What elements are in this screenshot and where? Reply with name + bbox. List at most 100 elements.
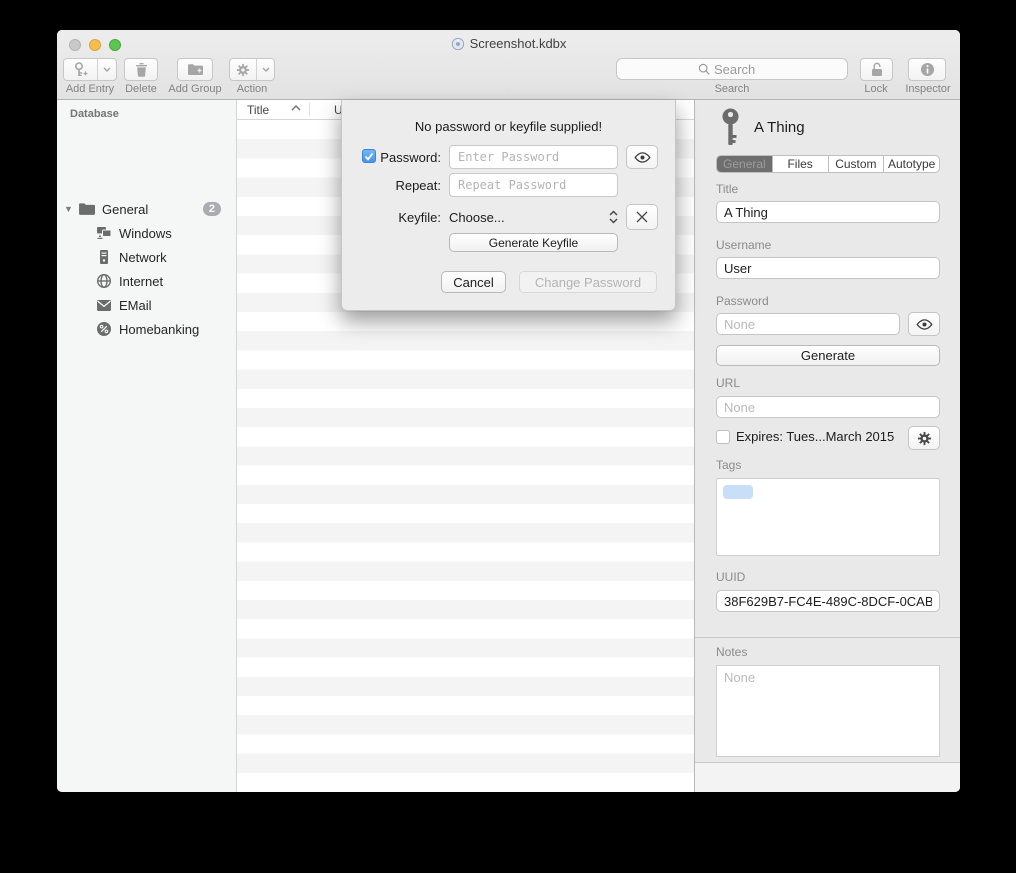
tags-label: Tags xyxy=(716,458,741,472)
sort-ascending-icon xyxy=(291,105,301,111)
sidebar-item-label: Windows xyxy=(119,226,172,241)
tags-field[interactable] xyxy=(716,478,940,556)
lock-label: Lock xyxy=(850,83,902,95)
url-field[interactable] xyxy=(716,396,940,418)
url-label: URL xyxy=(716,376,740,390)
envelope-icon xyxy=(96,299,112,312)
generate-password-button[interactable]: Generate xyxy=(716,345,940,366)
delete-button[interactable] xyxy=(124,58,158,81)
tab-custom[interactable]: Custom xyxy=(829,156,885,172)
search-label: Search xyxy=(616,83,848,95)
tab-files[interactable]: Files xyxy=(773,156,829,172)
sidebar-item-email[interactable]: EMail xyxy=(57,294,236,316)
sidebar-item-label: Network xyxy=(119,250,167,265)
inspector-panel: A Thing General Files Custom Autotype Ti… xyxy=(694,100,960,792)
expires-label: Expires: Tues...March 2015 xyxy=(736,429,894,444)
password-label: Password: xyxy=(373,150,441,165)
action-label: Action xyxy=(229,83,275,95)
eye-icon xyxy=(634,152,651,163)
cancel-button[interactable]: Cancel xyxy=(441,271,506,293)
search-field[interactable] xyxy=(714,62,766,77)
delete-label: Delete xyxy=(117,83,165,95)
expires-checkbox[interactable] xyxy=(716,430,730,444)
search-input[interactable] xyxy=(616,58,848,80)
server-icon xyxy=(96,249,112,265)
globe-icon xyxy=(96,273,112,289)
repeat-password-field[interactable] xyxy=(449,173,618,197)
keyfile-popup[interactable]: Choose... xyxy=(449,204,618,230)
titlebar-toolbar: Screenshot.kdbx Add Entry Delete Add Gro… xyxy=(57,30,960,100)
keyfile-label: Keyfile: xyxy=(373,210,441,225)
key-icon xyxy=(720,108,741,147)
action-dropdown-arrow-icon[interactable] xyxy=(256,59,274,80)
gear-icon xyxy=(917,431,932,446)
uuid-label: UUID xyxy=(716,570,745,584)
sidebar-item-internet[interactable]: Internet xyxy=(57,270,236,292)
tab-autotype[interactable]: Autotype xyxy=(884,156,939,172)
add-entry-dropdown-arrow-icon[interactable] xyxy=(97,59,116,80)
change-password-button[interactable]: Change Password xyxy=(519,271,657,293)
group-label: General xyxy=(102,202,148,217)
folder-icon xyxy=(78,202,95,216)
column-divider[interactable] xyxy=(309,103,310,116)
dialog-message: No password or keyfile supplied! xyxy=(342,119,675,134)
title-label: Title xyxy=(716,182,738,196)
add-entry-label: Add Entry xyxy=(57,83,123,95)
notes-label: Notes xyxy=(716,645,747,659)
entry-title: A Thing xyxy=(754,119,805,136)
folder-plus-icon xyxy=(187,63,203,76)
search-icon xyxy=(698,63,710,75)
info-icon xyxy=(920,62,935,77)
windows-icon xyxy=(96,225,112,241)
percent-icon xyxy=(96,321,112,337)
sidebar-item-label: EMail xyxy=(119,298,152,313)
key-plus-icon xyxy=(64,59,97,80)
sidebar-item-windows[interactable]: Windows xyxy=(57,222,236,244)
column-header-title[interactable]: Title xyxy=(247,103,269,117)
notes-field[interactable] xyxy=(716,665,940,757)
open-padlock-icon xyxy=(870,62,884,77)
document-proxy-icon xyxy=(451,37,465,51)
expires-row: Expires: Tues...March 2015 xyxy=(716,429,894,444)
app-window: Screenshot.kdbx Add Entry Delete Add Gro… xyxy=(57,30,960,792)
add-group-label: Add Group xyxy=(162,83,228,95)
tab-general[interactable]: General xyxy=(717,156,773,172)
add-group-button[interactable] xyxy=(177,58,213,81)
lock-button[interactable] xyxy=(860,58,893,81)
sidebar-item-label: Homebanking xyxy=(119,322,199,337)
section-divider xyxy=(695,637,960,638)
close-x-icon xyxy=(636,211,648,223)
window-title: Screenshot.kdbx xyxy=(57,36,960,51)
title-field[interactable] xyxy=(716,201,940,223)
generate-keyfile-button[interactable]: Generate Keyfile xyxy=(449,233,618,252)
show-password-button[interactable] xyxy=(908,312,940,336)
password-label: Password xyxy=(716,294,769,308)
clear-keyfile-button[interactable] xyxy=(626,204,658,230)
eye-icon xyxy=(916,319,933,330)
inspector-footer xyxy=(695,763,960,792)
enter-password-field[interactable] xyxy=(449,145,618,169)
entry-header: A Thing xyxy=(720,108,805,147)
expiry-settings-button[interactable] xyxy=(908,426,940,450)
sidebar-item-homebanking[interactable]: Homebanking xyxy=(57,318,236,340)
sidebar-section-header: Database xyxy=(70,108,119,120)
inspector-button[interactable] xyxy=(908,58,946,81)
change-password-sheet: No password or keyfile supplied! Passwor… xyxy=(341,100,676,311)
inspector-label: Inspector xyxy=(898,83,958,95)
sidebar-item-network[interactable]: Network xyxy=(57,246,236,268)
sidebar-item-label: Internet xyxy=(119,274,163,289)
action-button[interactable] xyxy=(229,58,275,81)
show-password-button[interactable] xyxy=(626,145,658,169)
username-field[interactable] xyxy=(716,257,940,279)
uuid-field[interactable] xyxy=(716,590,940,612)
repeat-label: Repeat: xyxy=(373,178,441,193)
inspector-tabs: General Files Custom Autotype xyxy=(716,155,940,173)
add-entry-button[interactable] xyxy=(63,58,117,81)
entry-count-badge: 2 xyxy=(203,202,221,216)
sidebar-group-general[interactable]: ▼ General 2 xyxy=(57,198,236,220)
stepper-icon xyxy=(609,210,618,224)
disclosure-triangle-icon[interactable]: ▼ xyxy=(64,204,78,214)
tag-pill[interactable] xyxy=(723,485,753,499)
group-sidebar: Database ▼ General 2 Windows Network xyxy=(57,100,237,792)
password-field[interactable] xyxy=(716,313,900,335)
